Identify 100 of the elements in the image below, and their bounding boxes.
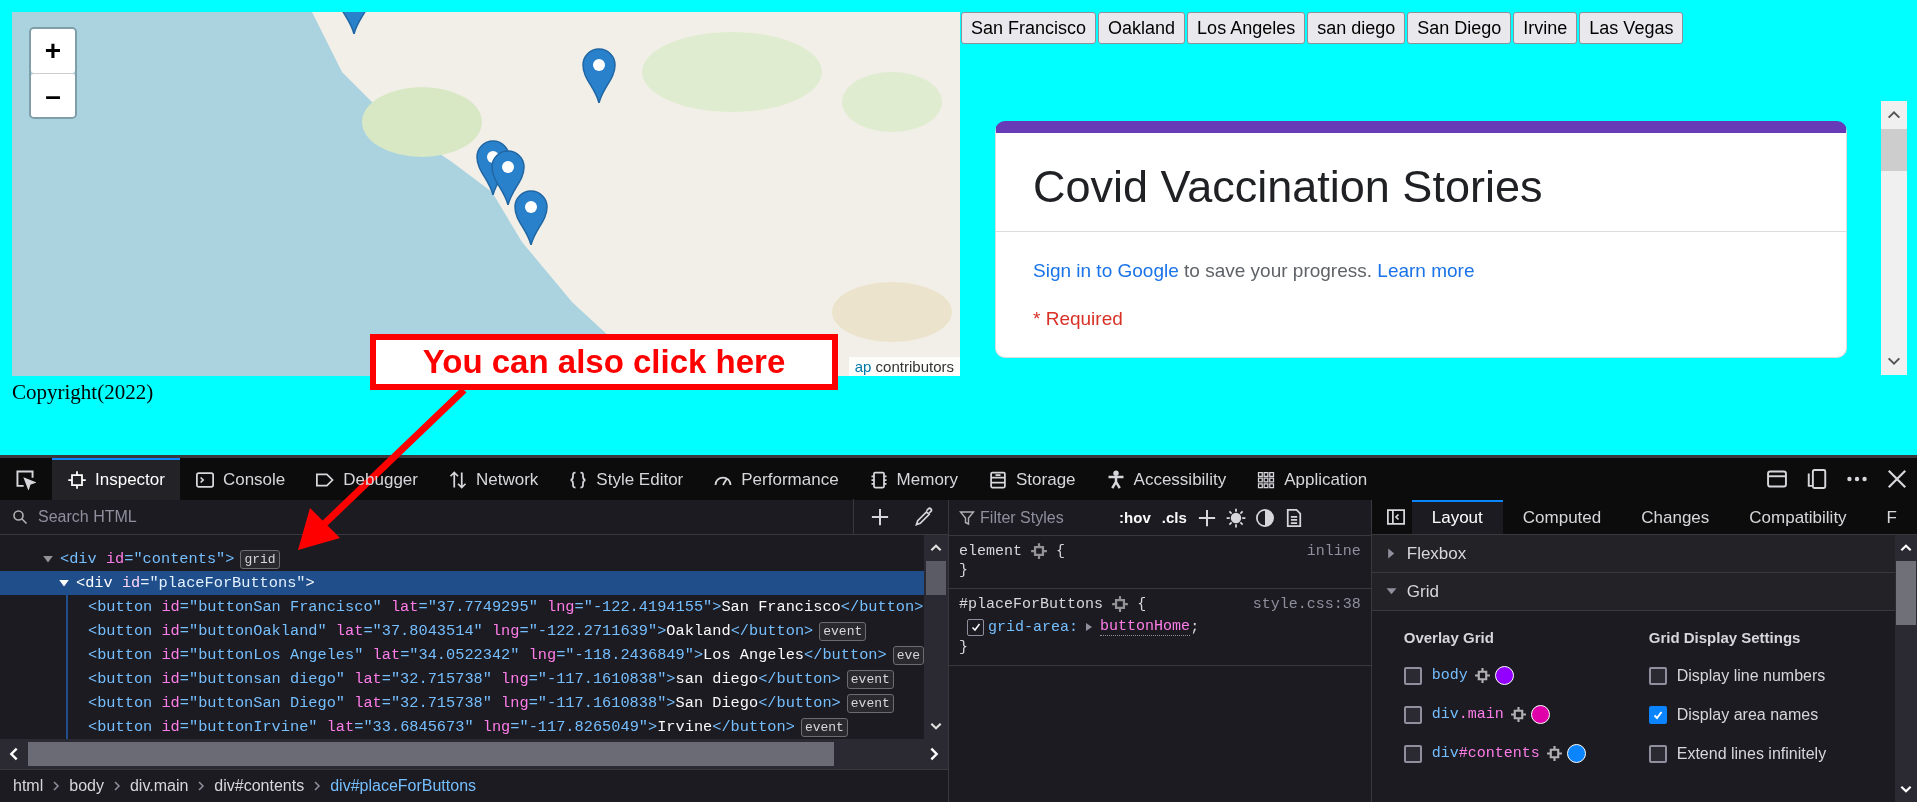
devtools-tab[interactable]: Storage [973, 458, 1091, 500]
section-header[interactable]: Flexbox [1371, 535, 1895, 573]
devtools-tab[interactable]: Inspector [52, 458, 180, 500]
highlight-target-icon[interactable] [1473, 667, 1491, 684]
scrollbar-thumb[interactable] [926, 561, 947, 595]
tree-scrollbar[interactable] [924, 535, 949, 739]
sidebar-scrollbar[interactable] [1895, 535, 1917, 802]
html-node[interactable]: <button id="buttonSan Francisco" lat="37.7749295" lng="-122.4194155">San Francisco</button> [88, 598, 924, 616]
close-icon[interactable] [1886, 468, 1908, 490]
filter-field[interactable]: Filter Styles [978, 507, 1113, 528]
tree-row[interactable]: <button id="buttonsan diego" lat="32.715738" lng="-117.1610838">san diego</button> event [0, 667, 925, 691]
checkbox[interactable] [1403, 666, 1422, 685]
map-pin-icon[interactable] [581, 47, 617, 103]
dock-side-icon[interactable] [1766, 468, 1788, 490]
zoom-in-button[interactable]: + [31, 29, 75, 73]
scrollbar-thumb[interactable] [1896, 561, 1916, 625]
highlight-target-icon[interactable] [1030, 542, 1049, 560]
tree-row[interactable]: <button id="buttonOakland" lat="37.8043514" lng="-122.2711639">Oakland</button> event [0, 619, 925, 643]
attribution-link[interactable]: ap [854, 358, 872, 375]
grid-element-label[interactable]: div.main [1431, 706, 1504, 723]
devtools-tab[interactable]: Application [1241, 458, 1383, 500]
highlight-target-icon[interactable] [1509, 706, 1527, 723]
grid-element-label[interactable]: body [1431, 667, 1468, 684]
map-pin-icon[interactable] [490, 149, 526, 205]
expand-toggle-icon[interactable] [1085, 622, 1094, 632]
property-name[interactable]: grid-area: [988, 618, 1079, 636]
breadcrumb-item[interactable]: body [64, 777, 109, 795]
expand-toggle-icon[interactable] [58, 577, 70, 589]
page-scrollbar[interactable] [1881, 101, 1907, 375]
city-button[interactable]: Irvine [1513, 12, 1578, 44]
sidebar-tab[interactable]: Layout [1411, 500, 1503, 534]
zoom-out-button[interactable]: – [31, 73, 75, 117]
node-badge[interactable]: grid [240, 549, 280, 569]
tree-row[interactable]: <button id="buttonSan Diego" lat="32.715738" lng="-117.1610838">San Diego</button> event [0, 691, 925, 715]
tree-row[interactable]: <button id="buttonLos Angeles" lat="34.0522342" lng="-118.2436849">Los Angeles</button> eve [0, 643, 925, 667]
add-rule-icon[interactable] [1196, 507, 1217, 528]
setting-label[interactable]: Display line numbers [1676, 666, 1826, 685]
setting-label[interactable]: Extend lines infinitely [1676, 744, 1827, 763]
tree-row[interactable]: <div id="contents"> grid [0, 547, 925, 571]
horizontal-scrollbar[interactable] [0, 739, 949, 769]
city-button[interactable]: San Diego [1407, 12, 1512, 44]
city-button[interactable]: Oakland [1098, 12, 1186, 44]
sun-icon[interactable] [1225, 507, 1246, 528]
city-button[interactable]: san diego [1307, 12, 1406, 44]
html-node[interactable]: <div id="contents"> [60, 550, 235, 568]
color-dot[interactable] [1566, 744, 1586, 763]
grid-element-label[interactable]: div#contents [1431, 745, 1540, 762]
rule-selector[interactable]: element [959, 542, 1023, 560]
devtools-tab[interactable]: Accessibility [1090, 458, 1242, 500]
map-pin-icon[interactable] [513, 189, 549, 245]
city-button[interactable]: San Francisco [961, 12, 1097, 44]
checkbox[interactable] [1648, 666, 1667, 685]
property-value[interactable]: buttonHome [1100, 618, 1191, 636]
devtools-tab[interactable]: Network [433, 458, 554, 500]
devtools-tab[interactable]: Console [179, 458, 301, 500]
checkbox[interactable] [1403, 744, 1422, 763]
node-badge[interactable]: eve [892, 645, 925, 665]
html-node[interactable]: <button id="buttonIrvine" lat="33.6845673" lng="-117.8265049">Irvine</button> [88, 718, 795, 736]
node-badge[interactable]: event [819, 621, 867, 641]
checkbox[interactable] [1648, 744, 1667, 763]
eyedropper-icon[interactable] [914, 507, 935, 527]
tree-row[interactable]: <button id="buttonIrvine" lat="33.6845673" lng="-117.8265049">Irvine</button> event [0, 715, 925, 739]
scrollbar-thumb[interactable] [28, 742, 834, 766]
sidebar-tab[interactable]: Changes [1621, 500, 1730, 534]
sign-in-link[interactable]: Sign in to Google [1033, 260, 1179, 281]
node-badge[interactable]: event [800, 717, 848, 737]
learn-more-link[interactable]: Learn more [1377, 260, 1475, 281]
city-button[interactable]: Los Angeles [1187, 12, 1306, 44]
setting-label[interactable]: Display area names [1676, 705, 1819, 724]
contrast-icon[interactable] [1254, 507, 1275, 528]
highlight-target-icon[interactable] [1111, 595, 1130, 613]
breadcrumb-item[interactable]: html [8, 777, 49, 795]
html-node[interactable]: <button id="buttonsan diego" lat="32.715738" lng="-117.1610838">san diego</button> [88, 670, 841, 688]
sidebar-toggle-icon[interactable] [1385, 507, 1406, 527]
rule-source-link[interactable]: inline [1306, 542, 1361, 560]
declaration-checkbox[interactable] [967, 618, 985, 636]
class-toggle[interactable]: .cls [1157, 509, 1191, 526]
color-dot[interactable] [1530, 705, 1550, 724]
breadcrumb-item[interactable]: div#contents [209, 777, 310, 795]
html-node[interactable]: <div id="placeForButtons"> [76, 574, 315, 592]
expand-toggle-icon[interactable] [1385, 586, 1397, 597]
scrollbar-thumb[interactable] [1881, 129, 1907, 171]
tree-row[interactable]: <button id="buttonSan Francisco" lat="37.7749295" lng="-122.4194155">San Francisco</button> [0, 595, 925, 619]
checkbox[interactable] [1648, 705, 1667, 724]
node-badge[interactable]: event [846, 669, 894, 689]
html-node[interactable]: <button id="buttonOakland" lat="37.8043514" lng="-122.2711639">Oakland</button> [88, 622, 814, 640]
devtools-tab[interactable]: Style Editor [553, 458, 699, 500]
checkbox[interactable] [1403, 705, 1422, 724]
tree-row[interactable]: <div id="placeForButtons"> [0, 571, 925, 595]
breadcrumb-item[interactable]: div#placeForButtons [325, 777, 482, 795]
html-node[interactable]: <button id="buttonSan Diego" lat="32.715738" lng="-117.1610838">San Diego</button> [88, 694, 841, 712]
expand-toggle-icon[interactable] [42, 553, 54, 565]
color-dot[interactable] [1494, 666, 1514, 685]
section-header[interactable]: Grid [1371, 573, 1895, 611]
html-node[interactable]: <button id="buttonLos Angeles" lat="34.0522342" lng="-118.2436849">Los Angeles</button> [88, 646, 887, 664]
expand-toggle-icon[interactable] [1385, 548, 1397, 559]
devtools-tab[interactable]: Memory [853, 458, 973, 500]
responsive-design-icon[interactable] [1806, 468, 1828, 490]
node-badge[interactable]: event [846, 693, 894, 713]
city-button[interactable]: Las Vegas [1579, 12, 1684, 44]
